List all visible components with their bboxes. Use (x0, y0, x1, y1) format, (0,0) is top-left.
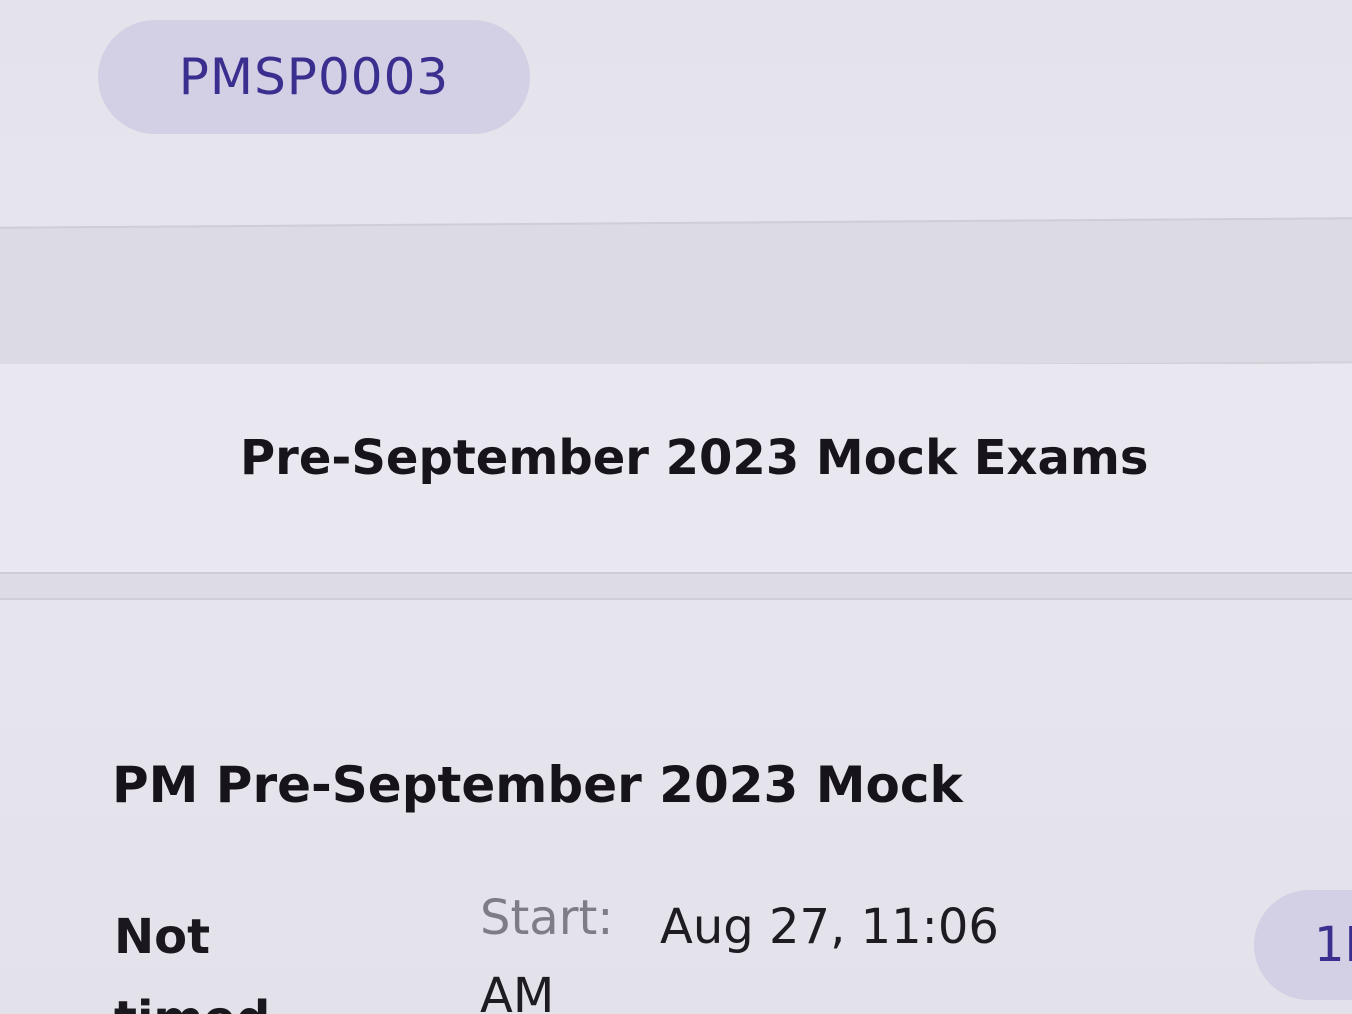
section-title: Pre-September 2023 Mock Exams (240, 430, 1149, 486)
timing-line-1: Not (114, 909, 211, 965)
timing-line-2: timed (114, 978, 334, 1014)
page: PMSP0003 Pre-September 2023 Mock Exams P… (0, 0, 1352, 1014)
start-value-continued: AM (480, 968, 555, 1014)
exam-timing: Not timed (114, 896, 334, 1014)
start-label: Start: (480, 890, 614, 946)
course-code-text: PMSP0003 (178, 48, 450, 106)
course-code-badge[interactable]: PMSP0003 (98, 20, 530, 134)
exam-title[interactable]: PM Pre-September 2023 Mock (112, 756, 963, 814)
exam-action-label: 1P (1314, 917, 1352, 973)
section-divider (0, 217, 1352, 373)
exam-action-button[interactable]: 1P (1254, 890, 1352, 1000)
section-divider-lower (0, 574, 1352, 600)
start-value: Aug 27, 11:06 (660, 899, 999, 955)
